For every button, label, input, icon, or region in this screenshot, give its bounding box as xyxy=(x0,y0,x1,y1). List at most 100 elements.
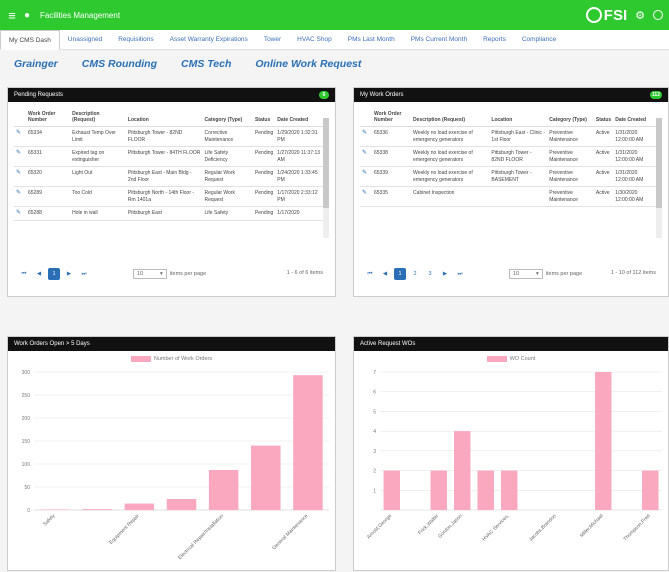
my-orders-grid: Work Order NumberDescription (Request)Lo… xyxy=(360,108,656,268)
table-cell: 65334 xyxy=(26,127,70,147)
tab-asset-warranty-expirations[interactable]: Asset Warranty Expirations xyxy=(162,30,256,50)
x-tick-label: Electrical Repair/Installation xyxy=(177,513,225,561)
table-row[interactable]: ✎65336Weekly no load exercise of emergen… xyxy=(360,127,656,147)
table-cell: Life Safety xyxy=(203,207,253,221)
work-orders-open-chart-panel: Work Orders Open > 5 Days Number of Work… xyxy=(7,336,336,571)
tab-pms-last-month[interactable]: PMs Last Month xyxy=(340,30,403,50)
page-number-button[interactable]: 2 xyxy=(409,268,421,280)
table-row[interactable]: ✎65289Too ColdPittsburgh North - 14th Fl… xyxy=(14,187,323,207)
table-cell: Pittsburgh Tower - 84TH FLOOR xyxy=(126,147,203,167)
table-cell: 65289 xyxy=(26,187,70,207)
table-cell: Weekly no load exercise of emergency gen… xyxy=(411,147,489,167)
y-tick-label: 2 xyxy=(373,469,376,475)
tab-requisitions[interactable]: Requisitions xyxy=(110,30,161,50)
table-cell: 65288 xyxy=(26,207,70,221)
chart-bar xyxy=(293,375,323,510)
link-grainger[interactable]: Grainger xyxy=(14,58,58,70)
table-cell: Exhaust Temp Over Limit xyxy=(70,127,126,147)
chart-bar xyxy=(642,471,658,510)
chevron-down-icon[interactable]: ▾ xyxy=(536,271,539,277)
column-header[interactable]: Date Created xyxy=(613,108,656,127)
table-row[interactable]: ✎65334Exhaust Temp Over LimitPittsburgh … xyxy=(14,127,323,147)
table-cell: Pittsburgh Tower - 82ND FLOOR xyxy=(126,127,203,147)
table-cell: 1/31/2020 12:00:00 AM xyxy=(613,127,656,147)
link-cms-rounding[interactable]: CMS Rounding xyxy=(82,58,157,70)
user-icon[interactable] xyxy=(653,10,663,20)
pending-requests-title: Pending Requests xyxy=(14,92,63,98)
prev-page-icon[interactable]: ◀ xyxy=(33,268,45,280)
orders-pager-info: 1 - 10 of 112 items xyxy=(611,270,656,276)
pending-table: Work Order NumberDescription (Request)Lo… xyxy=(14,108,323,221)
y-tick-label: 50 xyxy=(24,485,30,491)
column-header[interactable]: Status xyxy=(594,108,613,127)
table-row[interactable]: ✎65339Weekly no load exercise of emergen… xyxy=(360,167,656,187)
pending-scrollbar[interactable] xyxy=(323,118,329,238)
table-cell: 65339 xyxy=(372,167,411,187)
column-header[interactable]: Description (Request) xyxy=(70,108,126,127)
column-header[interactable]: Work Order Number xyxy=(26,108,70,127)
column-header[interactable]: Category (Type) xyxy=(203,108,253,127)
edit-pencil-icon[interactable]: ✎ xyxy=(14,207,26,221)
edit-pencil-icon[interactable]: ✎ xyxy=(14,167,26,187)
tab-pms-current-month[interactable]: PMs Current Month xyxy=(403,30,475,50)
prev-page-icon[interactable]: ◀ xyxy=(379,268,391,280)
last-page-icon[interactable]: ⏭ xyxy=(454,268,466,280)
first-page-icon[interactable]: ⏮ xyxy=(364,268,376,280)
tab-compliance[interactable]: Compliance xyxy=(514,30,564,50)
edit-pencil-icon[interactable]: ✎ xyxy=(360,127,372,147)
edit-pencil-icon[interactable]: ✎ xyxy=(14,147,26,167)
column-header[interactable]: Location xyxy=(489,108,547,127)
table-row[interactable]: ✎65331Expired tag on extinguisherPittsbu… xyxy=(14,147,323,167)
tab-reports[interactable]: Reports xyxy=(475,30,514,50)
page-number-button[interactable]: 1 xyxy=(48,268,60,280)
quick-links: Grainger CMS Rounding CMS Tech Online Work … xyxy=(14,58,361,70)
page-number-button[interactable]: 3 xyxy=(424,268,436,280)
column-header[interactable]: Category (Type) xyxy=(547,108,594,127)
table-row[interactable]: ✎65335Cabinet InspectionPreventive Maint… xyxy=(360,187,656,207)
y-tick-label: 3 xyxy=(373,449,376,455)
table-cell: 1/31/2020 12:00:00 AM xyxy=(613,167,656,187)
column-header[interactable]: Work Order Number xyxy=(372,108,411,127)
column-header[interactable]: Description (Request) xyxy=(411,108,489,127)
edit-pencil-icon[interactable]: ✎ xyxy=(360,187,372,207)
table-cell: 65335 xyxy=(372,187,411,207)
gear-icon[interactable]: ⚙ xyxy=(635,9,645,22)
orders-scrollbar[interactable] xyxy=(656,118,662,238)
first-page-icon[interactable]: ⏮ xyxy=(18,268,30,280)
table-cell: Weekly no load exercise of emergency gen… xyxy=(411,167,489,187)
link-cms-tech[interactable]: CMS Tech xyxy=(181,58,231,70)
column-header[interactable]: Status xyxy=(253,108,275,127)
edit-pencil-icon[interactable]: ✎ xyxy=(360,147,372,167)
table-cell: Preventive Maintenance xyxy=(547,127,594,147)
my-work-orders-panel: My Work Orders 112 Work Order NumberDesc… xyxy=(353,87,669,297)
chart-bar xyxy=(209,470,239,510)
tab-my-cms-dash[interactable]: My CMS Dash xyxy=(0,30,60,50)
brand-logo-icon xyxy=(586,7,602,23)
table-cell: Pittsburgh East - Clinic - 1st Floor xyxy=(489,127,547,147)
chart-bar xyxy=(595,372,611,510)
page-number-button[interactable]: 1 xyxy=(394,268,406,280)
y-tick-label: 4 xyxy=(373,429,376,435)
edit-pencil-icon[interactable]: ✎ xyxy=(14,187,26,207)
table-row[interactable]: ✎65320Light OutPittsburgh East - Main Bl… xyxy=(14,167,323,187)
tab-tower[interactable]: Tower xyxy=(256,30,289,50)
tab-hvac-shop[interactable]: HVAC Shop xyxy=(289,30,340,50)
link-online-work-request[interactable]: Online Work Request xyxy=(255,58,361,70)
table-cell: Pittsburgh East xyxy=(126,207,203,221)
column-header[interactable]: Location xyxy=(126,108,203,127)
edit-pencil-icon[interactable]: ✎ xyxy=(14,127,26,147)
table-row[interactable]: ✎65338Weekly no load exercise of emergen… xyxy=(360,147,656,167)
pending-grid: Work Order NumberDescription (Request)Lo… xyxy=(14,108,323,268)
table-row[interactable]: ✎65288Hole in wallPittsburgh EastLife Sa… xyxy=(14,207,323,221)
chart-bar xyxy=(501,471,517,510)
hamburger-menu-icon[interactable]: ≡ xyxy=(0,8,24,23)
chart-bar xyxy=(167,499,197,510)
column-header[interactable]: Date Created xyxy=(275,108,323,127)
last-page-icon[interactable]: ⏭ xyxy=(78,268,90,280)
table-header-row: Work Order NumberDescription (Request)Lo… xyxy=(14,108,323,127)
edit-pencil-icon[interactable]: ✎ xyxy=(360,167,372,187)
chevron-down-icon[interactable]: ▾ xyxy=(160,271,163,277)
tab-unassigned[interactable]: Unassigned xyxy=(60,30,110,50)
next-page-icon[interactable]: ▶ xyxy=(439,268,451,280)
next-page-icon[interactable]: ▶ xyxy=(63,268,75,280)
